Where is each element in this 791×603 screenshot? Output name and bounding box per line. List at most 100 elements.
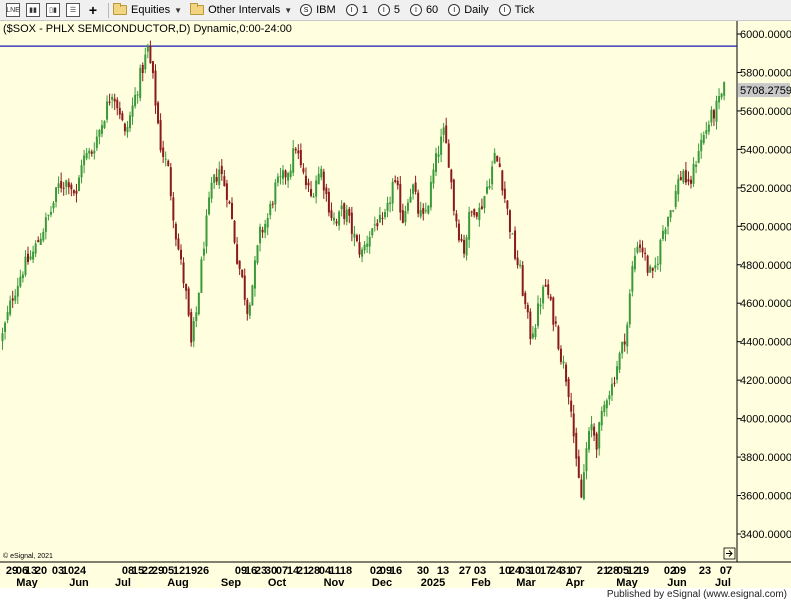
candle-body [600, 411, 603, 426]
candle-body [651, 267, 654, 271]
candle-body [225, 183, 228, 200]
interval-daily[interactable]: I Daily [448, 4, 489, 16]
candle-body [190, 312, 193, 343]
candle-body [327, 191, 330, 213]
candle-body [475, 212, 478, 217]
x-day-label: 13 [437, 565, 449, 577]
candle-body [70, 184, 73, 190]
candle-body [465, 237, 468, 256]
candle-body [437, 154, 440, 157]
candle-body [24, 256, 27, 275]
interval-label: Daily [464, 4, 489, 16]
folder-icon [113, 3, 127, 15]
candle-body [613, 382, 616, 384]
interval-label: Tick [514, 4, 535, 16]
candle-body [399, 183, 402, 213]
candle-body [27, 253, 29, 263]
candle-body [340, 205, 343, 210]
interval-ibm[interactable]: S IBM [300, 4, 336, 16]
price-chart[interactable]: 6000.0000 5800.0000 5600.0000 5400.0000 5200… [0, 21, 791, 588]
interval-label: 1 [361, 4, 368, 16]
candle-chart-icon[interactable]: ▯▮ [44, 2, 62, 19]
candle-body [677, 179, 680, 195]
candle-body [93, 150, 96, 154]
equities-menu[interactable]: Equities ▼ [113, 3, 182, 16]
candle-body [141, 65, 144, 74]
candle-body [419, 209, 422, 217]
last-price-label: 5708.2759 [740, 85, 791, 97]
candle-body [667, 216, 670, 227]
candle-body [531, 333, 534, 338]
candle-body [307, 182, 310, 186]
y-tick-label: 4200.0000 [740, 375, 791, 387]
candle-body [616, 366, 619, 380]
candle-body [302, 168, 305, 173]
candle-body [159, 120, 162, 151]
candle-body [16, 285, 19, 297]
candle-body [343, 203, 346, 219]
candle-body [167, 160, 170, 166]
candle-body [406, 202, 409, 211]
candle-body [679, 176, 682, 181]
candle-body [521, 265, 524, 296]
candle-body [287, 173, 290, 181]
candle-body [192, 321, 195, 342]
x-month-label: Oct [268, 577, 287, 588]
candle-body [723, 82, 726, 96]
chart-header: ($SOX - PHLX SEMICONDUCTOR,D) Dynamic,0:… [3, 23, 292, 35]
candle-body [656, 263, 659, 265]
clock-icon: I [448, 4, 461, 16]
x-day-label: 19 [185, 565, 197, 577]
candle-body [14, 295, 17, 301]
candle-body [149, 45, 152, 64]
candle-body [4, 322, 7, 332]
candle-body [674, 191, 677, 207]
candle-body [435, 153, 437, 172]
interval-60[interactable]: I 60 [409, 4, 438, 16]
candle-body [9, 300, 12, 315]
candle-body [85, 152, 88, 159]
candle-body [294, 148, 297, 151]
candle-body [636, 246, 639, 253]
interval-1[interactable]: I 1 [345, 4, 368, 16]
candle-body [52, 202, 55, 209]
clock-icon: I [498, 4, 511, 16]
candle-body [712, 110, 715, 119]
candle-body [562, 361, 565, 364]
candle-body [633, 255, 636, 270]
settings-icon[interactable]: ☰ [64, 2, 82, 19]
interval-tick[interactable]: I Tick [498, 4, 535, 16]
candle-body [511, 233, 514, 235]
add-icon[interactable]: + [84, 2, 102, 19]
bar-chart-icon[interactable]: ▮▮ [24, 2, 42, 19]
other-intervals-menu[interactable]: Other Intervals ▼ [190, 3, 292, 16]
candle-body [447, 143, 450, 168]
candle-body [297, 150, 300, 154]
candle-body [83, 155, 86, 166]
interval-5[interactable]: I 5 [377, 4, 400, 16]
x-month-label: Sep [221, 577, 241, 588]
x-day-label: 24 [74, 565, 87, 577]
candle-body [468, 211, 471, 240]
x-month-label: Feb [471, 577, 491, 588]
candle-body [231, 202, 233, 219]
publisher-text: Published by eSignal (www.esignal.com) [606, 589, 787, 600]
candle-body [136, 94, 139, 96]
y-tick-label: 3800.0000 [740, 452, 791, 464]
candle-body [62, 187, 65, 189]
candle-body [608, 395, 611, 400]
candle-body [590, 424, 593, 431]
candle-body [1, 333, 4, 342]
candle-body [409, 196, 412, 203]
candle-body [378, 214, 381, 223]
line-chart-icon[interactable]: LNE [4, 2, 22, 19]
candle-body [483, 196, 486, 209]
candle-body [259, 226, 262, 244]
candle-body [88, 150, 91, 154]
candle-body [422, 207, 425, 214]
candle-body [312, 196, 315, 198]
candle-body [695, 164, 698, 167]
candle-body [47, 214, 50, 216]
candle-body [381, 217, 384, 219]
interval-label: IBM [316, 4, 336, 16]
